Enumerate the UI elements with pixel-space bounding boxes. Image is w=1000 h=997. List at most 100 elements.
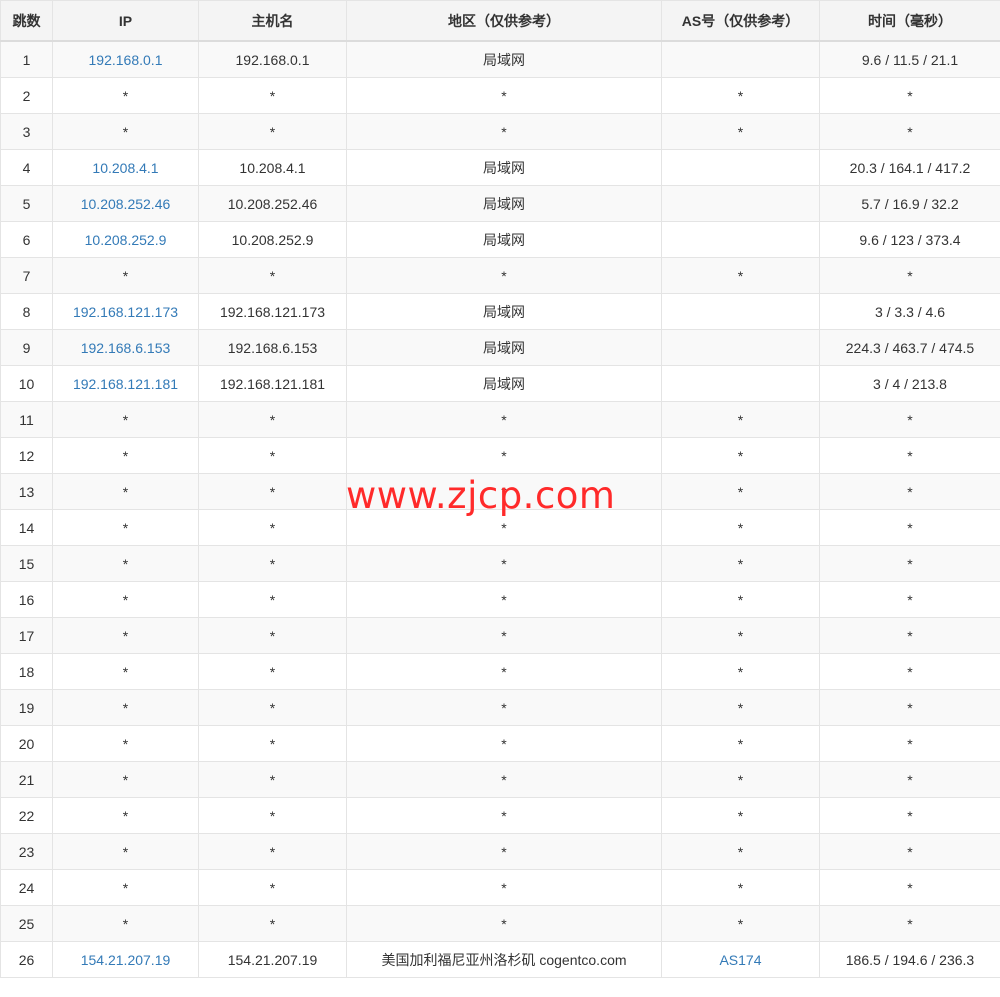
asn-cell: *	[661, 761, 820, 798]
hostname-cell: *	[198, 725, 347, 762]
hop-cell: 14	[0, 509, 53, 546]
hostname-cell: *	[198, 761, 347, 798]
time-cell: *	[819, 797, 1000, 834]
ip-link[interactable]: 192.168.121.181	[73, 376, 178, 392]
time-cell: 20.3 / 164.1 / 417.2	[819, 149, 1000, 186]
header-asn: AS号（仅供参考）	[661, 0, 820, 42]
hostname-cell: *	[198, 545, 347, 582]
ip-link[interactable]: 192.168.0.1	[89, 52, 163, 68]
hostname-cell: 192.168.0.1	[198, 40, 347, 78]
hostname-cell: *	[198, 77, 347, 114]
table-row: 20 * * * * *	[0, 725, 1000, 762]
ip-link[interactable]: 10.208.252.9	[85, 232, 167, 248]
asn-cell	[661, 185, 820, 222]
region-cell: *	[346, 653, 662, 690]
time-cell: *	[819, 689, 1000, 726]
ip-cell: *	[52, 833, 199, 870]
hostname-cell: 192.168.121.173	[198, 293, 347, 330]
time-cell: 186.5 / 194.6 / 236.3	[819, 941, 1000, 978]
ip-cell: *	[52, 761, 199, 798]
asn-link[interactable]: AS174	[719, 952, 761, 968]
table-row: 11 * * * * *	[0, 401, 1000, 438]
ip-cell: *	[52, 653, 199, 690]
asn-cell: *	[661, 905, 820, 942]
table-header-row: 跳数 IP 主机名 地区（仅供参考） AS号（仅供参考） 时间（毫秒）	[0, 0, 1000, 42]
hop-cell: 4	[0, 149, 53, 186]
asn-cell: AS174	[661, 941, 820, 978]
ip-cell: *	[52, 725, 199, 762]
table-row: 15 * * * * *	[0, 545, 1000, 582]
time-cell: 9.6 / 11.5 / 21.1	[819, 40, 1000, 78]
hop-cell: 8	[0, 293, 53, 330]
asn-cell: *	[661, 689, 820, 726]
region-cell: *	[346, 473, 662, 510]
time-cell: *	[819, 581, 1000, 618]
hop-cell: 13	[0, 473, 53, 510]
table-row: 22 * * * * *	[0, 797, 1000, 834]
asn-cell: *	[661, 509, 820, 546]
region-cell: 局域网	[346, 329, 662, 366]
asn-cell: *	[661, 833, 820, 870]
asn-cell: *	[661, 257, 820, 294]
hop-cell: 11	[0, 401, 53, 438]
region-cell: *	[346, 725, 662, 762]
hostname-cell: 10.208.252.46	[198, 185, 347, 222]
hostname-cell: *	[198, 401, 347, 438]
table-row: 8 192.168.121.173 192.168.121.173 局域网 3 / 3.…	[0, 293, 1000, 330]
region-cell: 局域网	[346, 40, 662, 78]
asn-cell: *	[661, 401, 820, 438]
region-cell: *	[346, 689, 662, 726]
hop-cell: 17	[0, 617, 53, 654]
hop-cell: 2	[0, 77, 53, 114]
ip-cell: *	[52, 581, 199, 618]
hostname-cell: *	[198, 473, 347, 510]
header-region: 地区（仅供参考）	[346, 0, 662, 42]
asn-cell	[661, 149, 820, 186]
time-cell: *	[819, 113, 1000, 150]
asn-cell: *	[661, 617, 820, 654]
ip-link[interactable]: 10.208.252.46	[81, 196, 171, 212]
hostname-cell: *	[198, 437, 347, 474]
region-cell: 局域网	[346, 149, 662, 186]
table-row: 9 192.168.6.153 192.168.6.153 局域网 224.3 / 46…	[0, 329, 1000, 366]
ip-cell: 192.168.121.173	[52, 293, 199, 330]
ip-link[interactable]: 192.168.121.173	[73, 304, 178, 320]
hop-cell: 5	[0, 185, 53, 222]
ip-cell: *	[52, 545, 199, 582]
ip-link[interactable]: 10.208.4.1	[92, 160, 158, 176]
hostname-cell: *	[198, 833, 347, 870]
ip-link[interactable]: 192.168.6.153	[81, 340, 171, 356]
asn-cell: *	[661, 797, 820, 834]
ip-cell: 192.168.0.1	[52, 40, 199, 78]
ip-cell: *	[52, 113, 199, 150]
time-cell: 5.7 / 16.9 / 32.2	[819, 185, 1000, 222]
asn-cell	[661, 221, 820, 258]
hostname-cell: *	[198, 113, 347, 150]
time-cell: *	[819, 545, 1000, 582]
region-cell: *	[346, 437, 662, 474]
ip-cell: 192.168.121.181	[52, 365, 199, 402]
hop-cell: 1	[0, 40, 53, 78]
ip-cell: *	[52, 689, 199, 726]
table-row: 6 10.208.252.9 10.208.252.9 局域网 9.6 / 123 / …	[0, 221, 1000, 258]
hostname-cell: *	[198, 617, 347, 654]
asn-cell: *	[661, 545, 820, 582]
time-cell: *	[819, 905, 1000, 942]
table-row: 23 * * * * *	[0, 833, 1000, 870]
ip-cell: *	[52, 617, 199, 654]
table-row: 1 192.168.0.1 192.168.0.1 局域网 9.6 / 11.5 / 2…	[0, 40, 1000, 78]
region-cell: *	[346, 113, 662, 150]
region-cell: *	[346, 761, 662, 798]
table-row: 18 * * * * *	[0, 653, 1000, 690]
asn-cell	[661, 365, 820, 402]
ip-link[interactable]: 154.21.207.19	[81, 952, 171, 968]
time-cell: *	[819, 437, 1000, 474]
table-row: 19 * * * * *	[0, 689, 1000, 726]
ip-cell: 192.168.6.153	[52, 329, 199, 366]
ip-cell: 10.208.4.1	[52, 149, 199, 186]
hop-cell: 12	[0, 437, 53, 474]
time-cell: *	[819, 833, 1000, 870]
asn-cell: *	[661, 725, 820, 762]
table-row: 4 10.208.4.1 10.208.4.1 局域网 20.3 / 164.1 / 4…	[0, 149, 1000, 186]
time-cell: *	[819, 653, 1000, 690]
